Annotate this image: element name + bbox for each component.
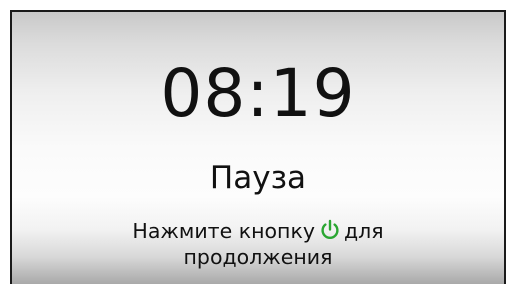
resume-hint: Нажмите кнопку для продолжения (52, 218, 464, 270)
resume-hint-line2: продолжения (183, 245, 333, 269)
hint-text-before-icon: Нажмите кнопку (132, 219, 315, 243)
power-icon (319, 219, 341, 241)
hint-text-after-icon: для (343, 219, 384, 243)
resume-hint-line1: Нажмите кнопку для (52, 218, 464, 244)
device-display-screen: 08:19 Пауза Нажмите кнопку для продолжени… (10, 10, 506, 284)
status-text: Пауза (209, 160, 307, 196)
clock-time: 08:19 (160, 55, 356, 132)
